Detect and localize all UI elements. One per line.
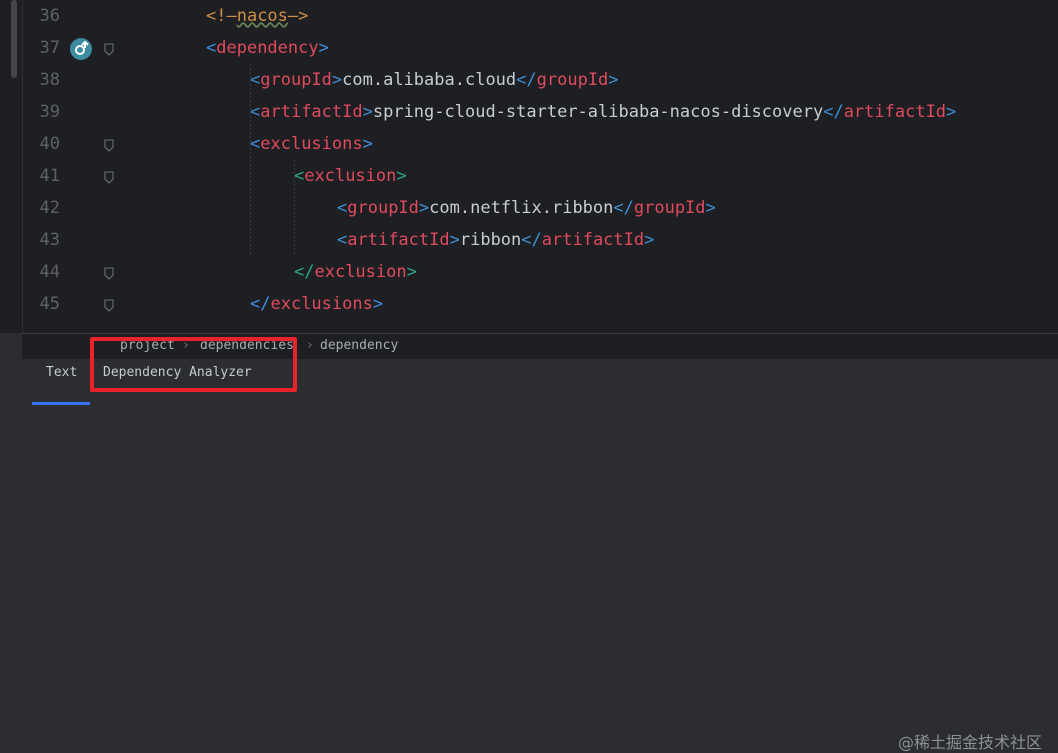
fold-icon[interactable] [104, 169, 114, 184]
code-token: < [250, 134, 261, 154]
code-token: </ [294, 262, 315, 282]
code-token: < [250, 70, 261, 90]
code-token: artifactId [843, 102, 947, 122]
code-text: <groupId>com.alibaba.cloud</groupId> [250, 64, 619, 96]
code-line[interactable]: 43 <artifactId>ribbon</artifactId> [0, 224, 1058, 256]
code-token: groupId [347, 198, 419, 218]
indent-guide [294, 160, 295, 256]
code-line[interactable]: 40 <exclusions> [0, 128, 1058, 160]
fold-icon[interactable] [104, 41, 114, 56]
code-token: > [418, 198, 430, 218]
code-token: > [644, 230, 655, 250]
chevron-right-icon: › [306, 338, 314, 353]
line-number: 46 [24, 325, 60, 333]
tab-text-underline [32, 402, 90, 405]
fold-icon[interactable] [104, 265, 114, 280]
code-token: < [250, 102, 261, 122]
code-token: </ [613, 198, 634, 218]
code-token: exclusions [260, 134, 363, 154]
code-token: > [318, 38, 329, 58]
code-token: < [337, 198, 348, 218]
line-number: 43 [39, 230, 60, 250]
code-token: exclusions [270, 294, 373, 314]
code-token: dependency [216, 38, 319, 58]
code-token: artifactId [541, 230, 645, 250]
code-text: <!—nacos—> [206, 0, 308, 32]
line-number: 39 [39, 102, 60, 122]
code-token: groupId [633, 198, 706, 218]
breadcrumb-item-dependency[interactable]: dependency [320, 338, 398, 353]
code-token: —> [287, 6, 309, 26]
code-text: <groupId>com.netflix.ribbon</groupId> [337, 192, 716, 224]
code-token: > [362, 134, 373, 154]
maven-override-icon[interactable] [70, 38, 92, 60]
fold-icon[interactable] [104, 297, 114, 312]
code-token: groupId [260, 70, 332, 90]
indent-guide [250, 64, 251, 256]
line-number: 44 [39, 262, 60, 282]
code-token: <!— [206, 6, 237, 26]
code-token: exclusion [304, 166, 397, 186]
code-token: </ [521, 230, 542, 250]
code-token: com.alibaba.cloud [342, 70, 517, 90]
watermark: @稀土掘金技术社区 [897, 733, 1042, 752]
code-token: < [206, 38, 217, 58]
code-token: > [608, 70, 619, 90]
code-line[interactable]: 39 <artifactId>spring-cloud-starter-aliba… [0, 96, 1058, 128]
line-number: 38 [39, 70, 60, 90]
code-text: <exclusion> [294, 160, 407, 192]
code-text: <dependency> [206, 32, 329, 64]
code-token: artifactId [260, 102, 363, 122]
code-token: nacos [236, 6, 288, 26]
line-number: 36 [39, 6, 60, 26]
code-line[interactable]: 38 <groupId>com.alibaba.cloud</groupId> [0, 64, 1058, 96]
code-token: artifactId [347, 230, 450, 250]
code-token: com.netflix.ribbon [429, 198, 614, 218]
code-token: > [449, 230, 460, 250]
line-number: 40 [39, 134, 60, 154]
code-line[interactable]: 37 <dependency> [0, 32, 1058, 64]
code-token: > [705, 198, 716, 218]
code-line[interactable]: 36 <!—nacos—> [0, 0, 1058, 32]
code-text: </exclusion> [294, 256, 417, 288]
line-number: 42 [39, 198, 60, 218]
code-token: ribbon [459, 230, 522, 250]
fold-icon[interactable] [104, 137, 114, 152]
code-token: > [406, 262, 417, 282]
code-token: </ [250, 294, 271, 314]
line-number: 37 [39, 38, 60, 58]
code-token: groupId [536, 70, 609, 90]
code-line[interactable]: 44 </exclusion> [0, 256, 1058, 288]
code-token: </ [516, 70, 537, 90]
code-line[interactable]: 45 </exclusions> [0, 288, 1058, 320]
tab-text[interactable]: Text [46, 365, 77, 380]
code-token: > [396, 166, 407, 186]
code-token: spring-cloud-starter-alibaba-nacos-disco… [372, 102, 824, 122]
line-number: 41 [39, 166, 60, 186]
code-text: <artifactId>spring-cloud-starter-alibaba… [250, 96, 956, 128]
code-line[interactable]: 41 <exclusion> [0, 160, 1058, 192]
code-token: > [331, 70, 343, 90]
code-token: > [372, 294, 384, 314]
code-token: < [294, 166, 305, 186]
code-text: <artifactId>ribbon</artifactId> [337, 224, 654, 256]
code-text: <exclusions> [250, 128, 373, 160]
code-token: </ [823, 102, 844, 122]
code-token: < [337, 230, 348, 250]
line-number: 45 [39, 294, 60, 314]
code-text: </exclusions> [250, 288, 383, 320]
code-token: > [362, 102, 373, 122]
code-token: > [946, 102, 957, 122]
code-editor[interactable]: 36 <!—nacos—> 37 <dependency> 38 <groupId>com… [0, 0, 1058, 333]
highlight-box [90, 337, 297, 392]
code-line[interactable]: 42 <groupId>com.netflix.ribbon</groupId> [0, 192, 1058, 224]
code-token: exclusion [314, 262, 407, 282]
